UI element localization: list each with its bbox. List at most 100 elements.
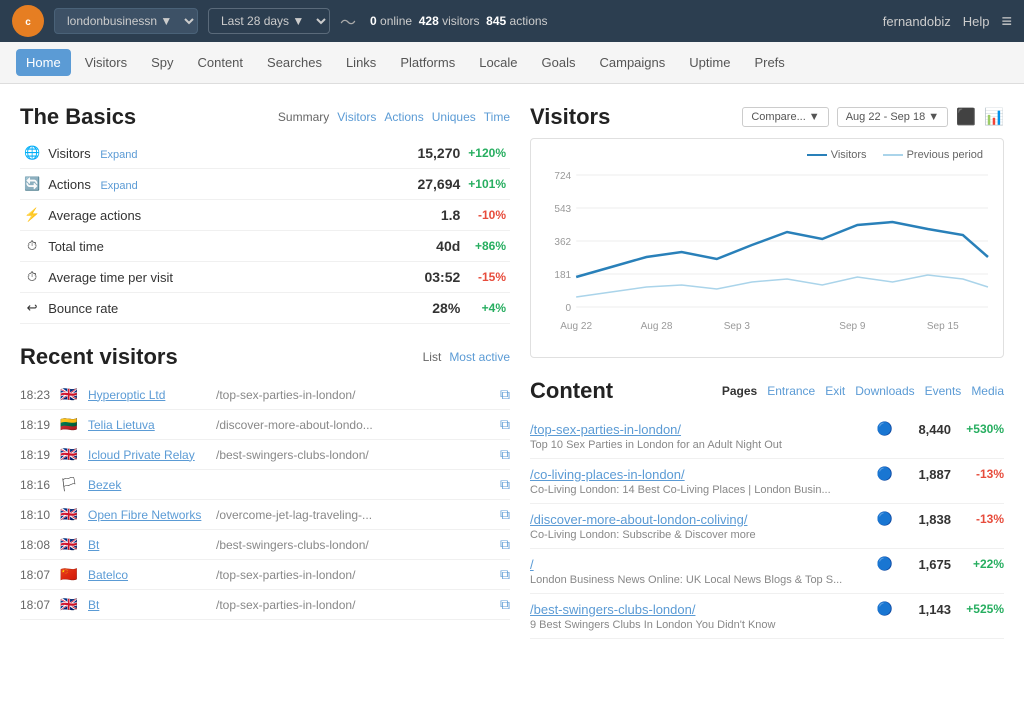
subnav-item-home[interactable]: Home bbox=[16, 49, 71, 76]
visitor-isp-link[interactable]: Batelco bbox=[88, 568, 208, 582]
visitor-action-icon[interactable]: ⧉ bbox=[500, 386, 510, 403]
visitor-isp-link[interactable]: Icloud Private Relay bbox=[88, 448, 208, 462]
bar-chart-icon[interactable]: 📊 bbox=[984, 107, 1004, 127]
compare-button[interactable]: Compare... ▼ bbox=[742, 107, 828, 127]
content-items: /top-sex-parties-in-london/ 🔵 8,440 +530… bbox=[530, 414, 1004, 639]
visitor-action-icon[interactable]: ⧉ bbox=[500, 446, 510, 463]
legend-visitors: Visitors bbox=[807, 149, 867, 161]
subnav-item-content[interactable]: Content bbox=[187, 49, 253, 76]
legend-previous-line bbox=[883, 154, 903, 156]
visitor-row: 18:07 🇨🇳 Batelco /top-sex-parties-in-lon… bbox=[20, 560, 510, 590]
visitors-chart-title: Visitors bbox=[530, 104, 610, 130]
help-link[interactable]: Help bbox=[963, 14, 990, 29]
metric-row: ⏱ Total time 40d +86% bbox=[20, 231, 510, 262]
visitor-url: /discover-more-about-londo... bbox=[216, 418, 492, 432]
content-tab-exit[interactable]: Exit bbox=[825, 384, 845, 398]
svg-text:543: 543 bbox=[554, 204, 571, 215]
visitor-isp-link[interactable]: Telia Lietuva bbox=[88, 418, 208, 432]
visitor-url: /top-sex-parties-in-london/ bbox=[216, 568, 492, 582]
content-header: Content PagesEntranceExitDownloadsEvents… bbox=[530, 378, 1004, 404]
chart-icon[interactable]: 〜 bbox=[340, 9, 356, 33]
subnav-item-platforms[interactable]: Platforms bbox=[390, 49, 465, 76]
content-item: /best-swingers-clubs-london/ 🔵 1,143 +52… bbox=[530, 594, 1004, 639]
metric-name: Visitors Expand bbox=[44, 138, 348, 169]
visitor-isp-link[interactable]: Bt bbox=[88, 538, 208, 552]
visitor-action-icon[interactable]: ⧉ bbox=[500, 416, 510, 433]
content-icon: 🔵 bbox=[877, 421, 893, 437]
top-navigation: c londonbusinessn ▼ Last 28 days ▼ 〜 0 o… bbox=[0, 0, 1024, 42]
hamburger-menu-icon[interactable]: ≡ bbox=[1001, 11, 1012, 32]
basics-tab-visitors[interactable]: Visitors bbox=[337, 110, 376, 124]
metric-expand-link[interactable]: Expand bbox=[100, 149, 137, 161]
site-selector[interactable]: londonbusinessn ▼ bbox=[54, 8, 198, 34]
content-item-row: /best-swingers-clubs-london/ 🔵 1,143 +52… bbox=[530, 601, 1004, 617]
metric-expand-link[interactable]: Expand bbox=[100, 180, 137, 192]
metric-icon: ↩ bbox=[20, 293, 44, 324]
visitor-action-icon[interactable]: ⧉ bbox=[500, 476, 510, 493]
visitor-action-icon[interactable]: ⧉ bbox=[500, 536, 510, 553]
content-count: 8,440 bbox=[901, 422, 951, 437]
content-description: London Business News Online: UK Local Ne… bbox=[530, 574, 880, 586]
date-range-selector[interactable]: Last 28 days ▼ bbox=[208, 8, 330, 34]
metric-row: 🔄 Actions Expand 27,694 +101% bbox=[20, 169, 510, 200]
basics-tab-time[interactable]: Time bbox=[484, 110, 510, 124]
content-tab-pages[interactable]: Pages bbox=[722, 384, 757, 398]
metric-change: +86% bbox=[464, 231, 510, 262]
visitor-isp-link[interactable]: Bezek bbox=[88, 478, 208, 492]
basics-tab-actions[interactable]: Actions bbox=[384, 110, 423, 124]
visitor-action-icon[interactable]: ⧉ bbox=[500, 506, 510, 523]
svg-text:c: c bbox=[25, 17, 31, 28]
content-tab-downloads[interactable]: Downloads bbox=[855, 384, 914, 398]
subnav-item-goals[interactable]: Goals bbox=[532, 49, 586, 76]
subnav-item-campaigns[interactable]: Campaigns bbox=[590, 49, 676, 76]
content-icon: 🔵 bbox=[877, 601, 893, 617]
basics-title: The Basics bbox=[20, 104, 136, 130]
metric-icon: 🔄 bbox=[20, 169, 44, 200]
recent-visitors-section: Recent visitors List Most active 18:23 🇬… bbox=[20, 344, 510, 620]
subnav-item-spy[interactable]: Spy bbox=[141, 49, 183, 76]
visitor-action-icon[interactable]: ⧉ bbox=[500, 566, 510, 583]
date-range-button[interactable]: Aug 22 - Sep 18 ▼ bbox=[837, 107, 948, 127]
visitor-isp-link[interactable]: Bt bbox=[88, 598, 208, 612]
content-tab-events[interactable]: Events bbox=[925, 384, 962, 398]
content-url-link[interactable]: /discover-more-about-london-coliving/ bbox=[530, 512, 869, 527]
visitor-row: 18:19 🇬🇧 Icloud Private Relay /best-swin… bbox=[20, 440, 510, 470]
content-tab-entrance[interactable]: Entrance bbox=[767, 384, 815, 398]
content-url-link[interactable]: /co-living-places-in-london/ bbox=[530, 467, 869, 482]
export-icon[interactable]: ⬛ bbox=[956, 107, 976, 127]
subnav-item-uptime[interactable]: Uptime bbox=[679, 49, 740, 76]
metric-name: Actions Expand bbox=[44, 169, 348, 200]
content-item: / 🔵 1,675 +22% London Business News Onli… bbox=[530, 549, 1004, 594]
legend-visitors-line bbox=[807, 154, 827, 156]
content-description: Co-Living London: 14 Best Co-Living Plac… bbox=[530, 484, 880, 496]
svg-text:181: 181 bbox=[554, 270, 571, 281]
visitor-url: /top-sex-parties-in-london/ bbox=[216, 598, 492, 612]
visitor-isp-link[interactable]: Open Fibre Networks bbox=[88, 508, 208, 522]
main-content: The Basics SummaryVisitorsActionsUniques… bbox=[0, 84, 1024, 718]
visitor-url: /best-swingers-clubs-london/ bbox=[216, 448, 492, 462]
recent-tab-list: List bbox=[423, 350, 442, 364]
subnav-item-locale[interactable]: Locale bbox=[469, 49, 527, 76]
username-link[interactable]: fernandobiz bbox=[883, 14, 951, 29]
content-icon: 🔵 bbox=[877, 556, 893, 572]
content-tab-media[interactable]: Media bbox=[971, 384, 1004, 398]
content-item-row: / 🔵 1,675 +22% bbox=[530, 556, 1004, 572]
visitor-isp-link[interactable]: Hyperoptic Ltd bbox=[88, 388, 208, 402]
subnav-item-searches[interactable]: Searches bbox=[257, 49, 332, 76]
chart-header: Visitors Compare... ▼ Aug 22 - Sep 18 ▼ … bbox=[530, 104, 1004, 130]
metric-value: 15,270 bbox=[348, 138, 464, 169]
visitor-flag: 🏳 bbox=[60, 476, 80, 493]
subnav-item-links[interactable]: Links bbox=[336, 49, 386, 76]
content-url-link[interactable]: / bbox=[530, 557, 869, 572]
content-url-link[interactable]: /top-sex-parties-in-london/ bbox=[530, 422, 869, 437]
visitor-url: /overcome-jet-lag-traveling-... bbox=[216, 508, 492, 522]
visitor-action-icon[interactable]: ⧉ bbox=[500, 596, 510, 613]
subnav-item-prefs[interactable]: Prefs bbox=[744, 49, 794, 76]
content-item: /co-living-places-in-london/ 🔵 1,887 -13… bbox=[530, 459, 1004, 504]
legend-previous: Previous period bbox=[883, 149, 983, 161]
recent-tab-most-active[interactable]: Most active bbox=[449, 350, 510, 364]
basics-tab-uniques[interactable]: Uniques bbox=[432, 110, 476, 124]
subnav-item-visitors[interactable]: Visitors bbox=[75, 49, 137, 76]
visitor-time: 18:19 bbox=[20, 418, 52, 432]
content-url-link[interactable]: /best-swingers-clubs-london/ bbox=[530, 602, 869, 617]
